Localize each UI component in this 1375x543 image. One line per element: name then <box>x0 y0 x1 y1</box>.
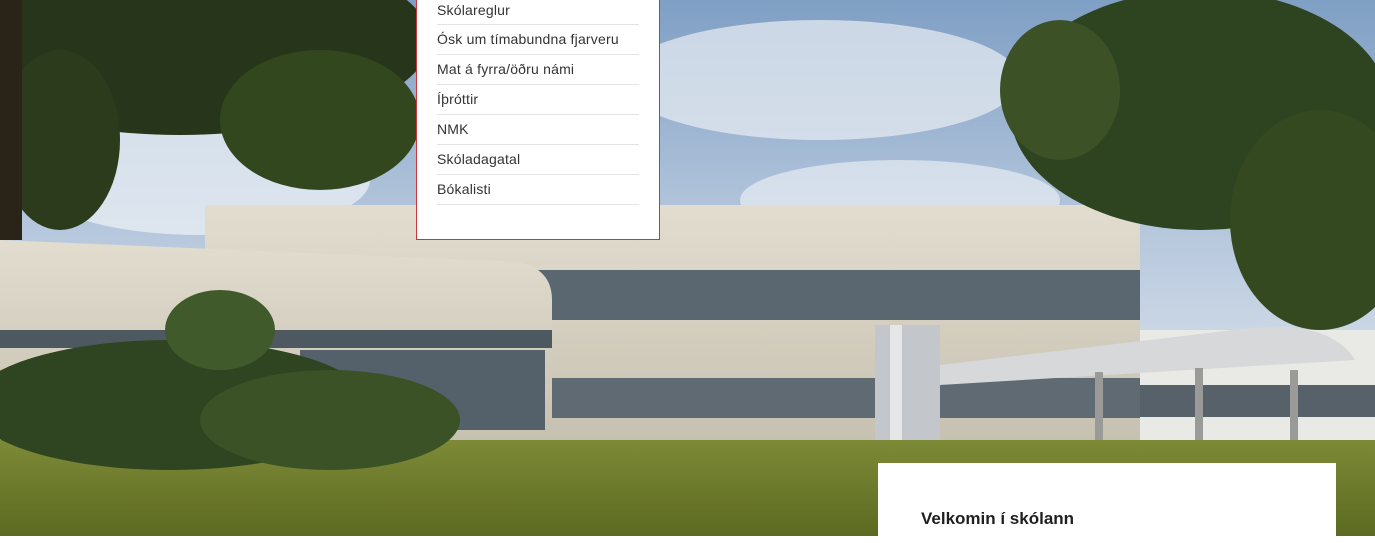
school-building-photo <box>0 0 1375 536</box>
menu-item-skolareglur[interactable]: Skólareglur <box>437 0 639 25</box>
menu-item-mat-a-nami[interactable]: Mat á fyrra/öðru námi <box>437 55 639 85</box>
menu-item-ithrottir[interactable]: Íþróttir <box>437 85 639 115</box>
welcome-heading: Velkomin í skólann <box>921 509 1075 528</box>
dropdown-menu: Skólareglur Ósk um tímabundna fjarveru M… <box>416 0 660 240</box>
welcome-card: Velkomin í skólann <box>878 463 1336 543</box>
menu-item-nmk[interactable]: NMK <box>437 115 639 145</box>
dropdown-menu-list: Skólareglur Ósk um tímabundna fjarveru M… <box>437 0 639 205</box>
menu-item-bokalisti[interactable]: Bókalisti <box>437 175 639 205</box>
menu-item-fjarvera[interactable]: Ósk um tímabundna fjarveru <box>437 25 639 55</box>
hero-image <box>0 0 1375 536</box>
menu-item-skoladagatal[interactable]: Skóladagatal <box>437 145 639 175</box>
